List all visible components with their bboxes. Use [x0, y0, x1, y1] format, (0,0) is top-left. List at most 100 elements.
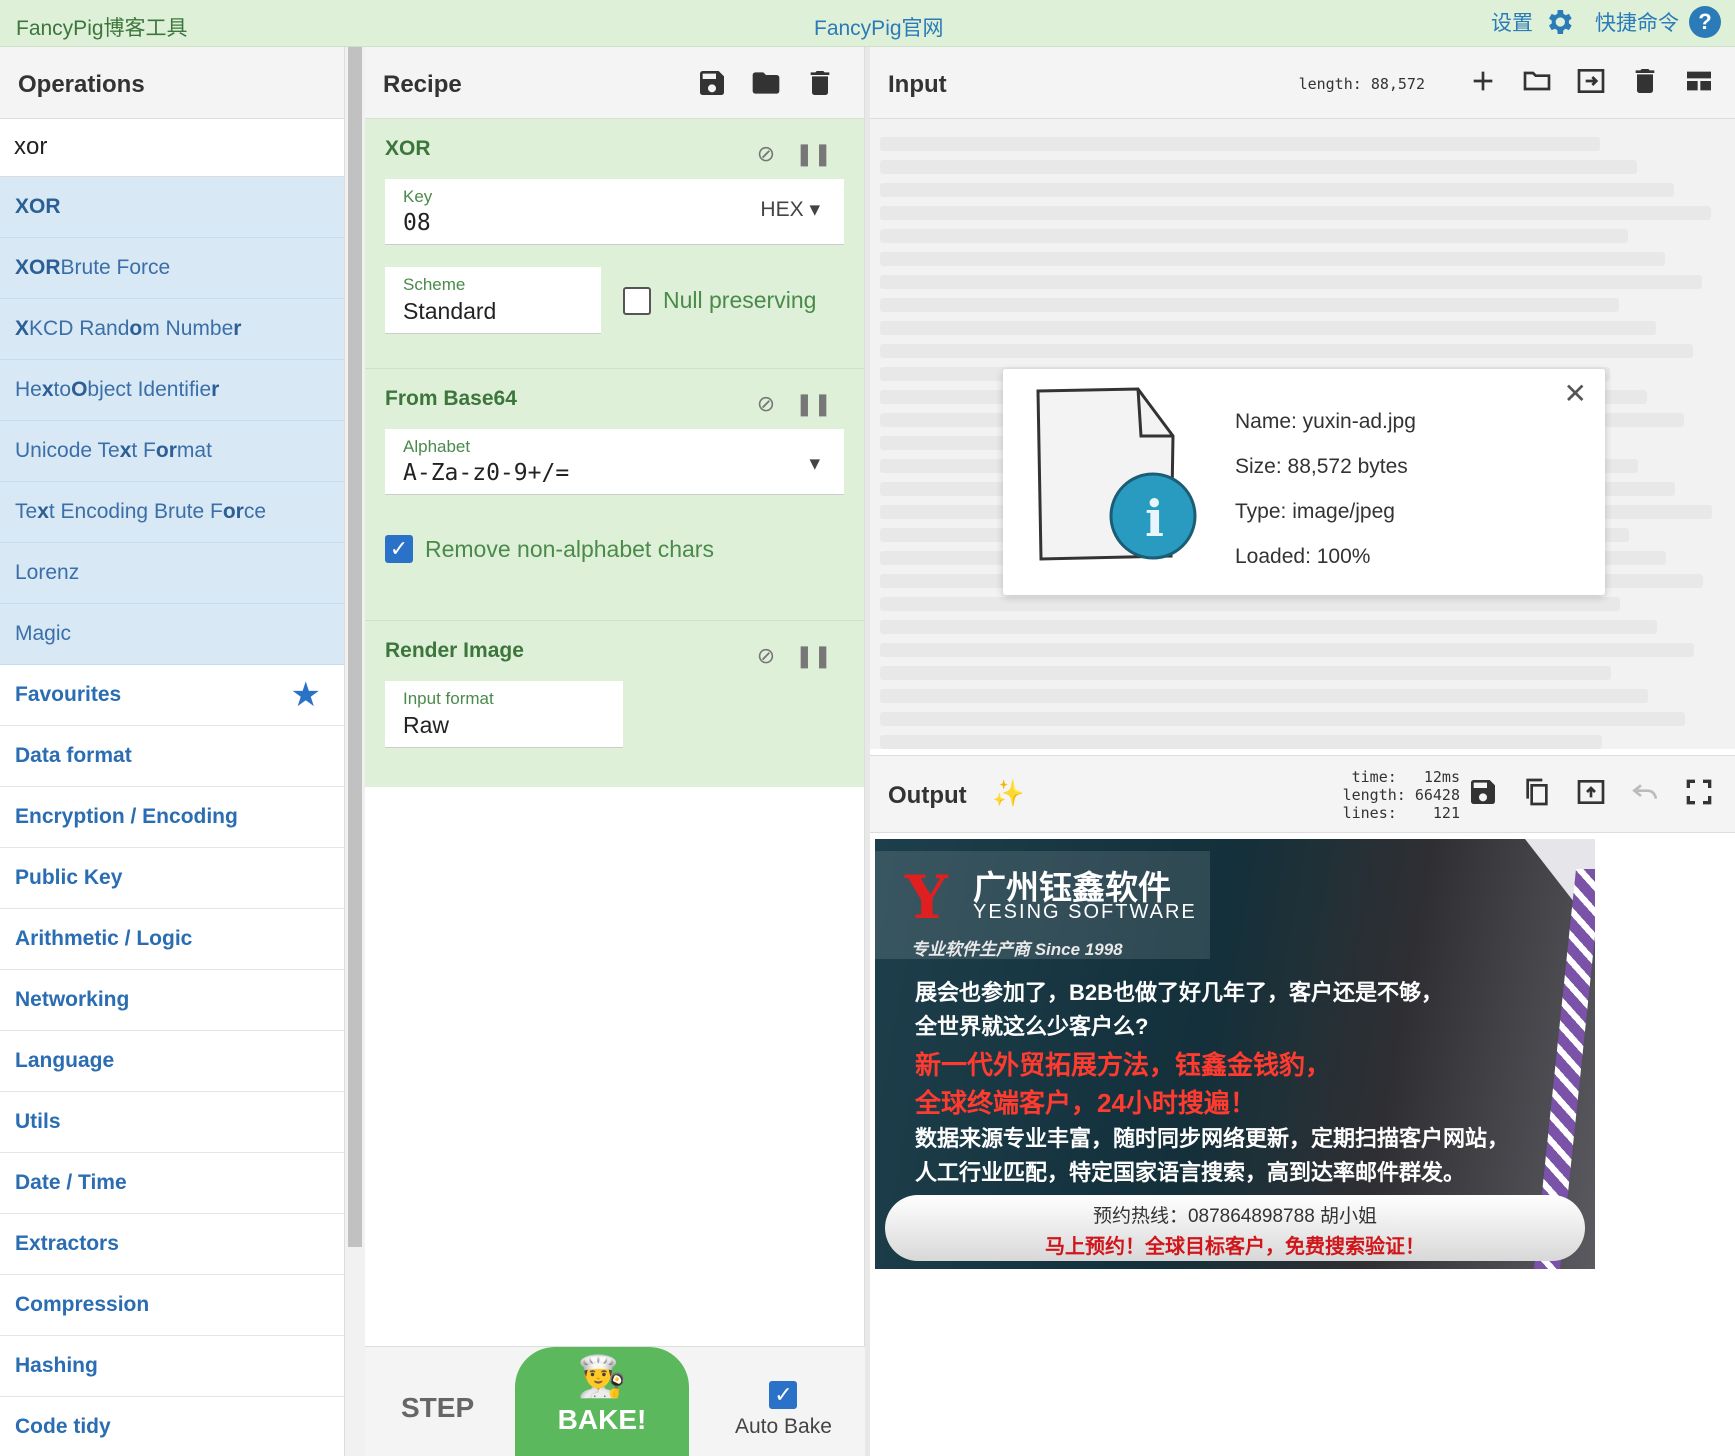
- bake-button[interactable]: 👨‍🍳 BAKE!: [515, 1347, 689, 1456]
- category-item[interactable]: Date / Time: [0, 1153, 344, 1214]
- commands-label[interactable]: 快捷命令: [1595, 7, 1679, 37]
- layout-icon[interactable]: [1683, 65, 1715, 97]
- disable-icon[interactable]: ⊘: [757, 643, 775, 669]
- settings-label[interactable]: 设置: [1491, 7, 1533, 37]
- output-area[interactable]: Y 广州钰鑫软件 YESING SOFTWARE 专业软件生产商 Since 1…: [870, 833, 1735, 1456]
- input-noise-line: [880, 160, 1637, 174]
- replace-input-icon[interactable]: [1575, 776, 1607, 808]
- banner-english: YESING SOFTWARE: [973, 901, 1197, 923]
- help-icon[interactable]: ?: [1689, 6, 1721, 38]
- operation-result-item[interactable]: Unicode Te x t Fo r mat: [0, 421, 344, 482]
- fullscreen-icon[interactable]: [1683, 776, 1715, 808]
- ops-recipe-divider[interactable]: [345, 47, 365, 1456]
- scheme-value[interactable]: Standard: [403, 298, 583, 325]
- plus-icon[interactable]: [1467, 65, 1499, 97]
- checkbox-checked-icon[interactable]: ✓: [769, 1381, 798, 1409]
- operation-result-item[interactable]: X KCD Rand o m Numbe r: [0, 299, 344, 360]
- pause-icon[interactable]: ❚❚: [795, 391, 832, 417]
- category-label: Networking: [15, 988, 130, 1011]
- operation-result-text: o: [222, 500, 236, 523]
- trash-icon[interactable]: [804, 67, 836, 99]
- remove-non-alphabet-checkbox[interactable]: ✓ Remove non-alphabet chars: [385, 535, 714, 563]
- chevron-down-icon[interactable]: ▾: [809, 451, 820, 476]
- banner-hotline: 预约热线：087864898788 胡小姐: [1092, 1206, 1378, 1227]
- operations-title: Operations: [0, 47, 344, 119]
- input-textarea[interactable]: i Name: yuxin-ad.jpg Size: 88,572 bytes …: [870, 119, 1735, 749]
- auto-bake-toggle[interactable]: ✓ Auto Bake: [735, 1381, 832, 1439]
- recipe-op-from-base64[interactable]: From Base64 ⊘ ❚❚ Alphabet A-Za-z0-9+/= ▾ …: [365, 369, 864, 621]
- alphabet-value[interactable]: A-Za-z0-9+/=: [403, 460, 826, 486]
- output-header: Output ✨ time: 12ms length: 66428 lines:…: [870, 755, 1735, 833]
- import-file-icon[interactable]: [1575, 65, 1607, 97]
- official-site-link[interactable]: FancyPig官网: [814, 12, 944, 42]
- category-item[interactable]: Arithmetic / Logic: [0, 909, 344, 970]
- category-item[interactable]: Code tidy: [0, 1397, 344, 1456]
- banner-slogan: 专业软件生产商 Since 1998: [911, 940, 1123, 959]
- operation-result-item[interactable]: Te x t Encoding Brute Fo r ce: [0, 482, 344, 543]
- operations-search-input[interactable]: xor: [0, 119, 344, 177]
- operation-result-item[interactable]: Magic: [0, 604, 344, 665]
- operation-result-text: Unicode Te: [15, 439, 120, 462]
- key-format-dropdown[interactable]: HEX ▾: [760, 197, 820, 222]
- operation-result-text: o: [129, 317, 143, 340]
- save-icon[interactable]: [696, 67, 728, 99]
- category-item[interactable]: Compression: [0, 1275, 344, 1336]
- save-icon[interactable]: [1467, 776, 1499, 808]
- close-icon[interactable]: ✕: [1564, 377, 1587, 410]
- disable-icon[interactable]: ⊘: [757, 141, 775, 167]
- category-item[interactable]: Hashing: [0, 1336, 344, 1397]
- operation-result-text: O: [71, 378, 88, 401]
- operation-result-text: x: [41, 378, 54, 401]
- trash-icon[interactable]: [1629, 65, 1661, 97]
- copy-icon[interactable]: [1521, 776, 1553, 808]
- operation-result-item[interactable]: XOR: [0, 177, 344, 238]
- category-item[interactable]: Encryption / Encoding: [0, 787, 344, 848]
- top-bar: FancyPig博客工具 FancyPig官网 设置 快捷命令 ?: [0, 0, 1735, 47]
- open-folder-icon[interactable]: [1521, 65, 1553, 97]
- input-noise-line: [880, 298, 1619, 312]
- alphabet-field[interactable]: Alphabet A-Za-z0-9+/= ▾: [385, 429, 844, 495]
- step-button[interactable]: STEP: [401, 1392, 474, 1424]
- category-item[interactable]: Data format: [0, 726, 344, 787]
- category-label: Language: [15, 1049, 115, 1072]
- recipe-op-xor[interactable]: XOR ⊘ ❚❚ Key 08 HEX ▾ Scheme Standard Nul…: [365, 119, 864, 369]
- xor-key-field[interactable]: Key 08 HEX ▾: [385, 179, 844, 245]
- operations-panel: Operations xor XOR XOR Brute Force X KCD Ra…: [0, 47, 345, 1456]
- category-item[interactable]: Public Key: [0, 848, 344, 909]
- checkbox-checked-icon[interactable]: ✓: [385, 535, 413, 563]
- operations-scrollbar[interactable]: [348, 47, 362, 1247]
- magic-wand-icon[interactable]: ✨: [992, 778, 1024, 809]
- pause-icon[interactable]: ❚❚: [795, 141, 832, 167]
- category-item[interactable]: Favourites ★: [0, 665, 344, 726]
- operation-result-text: r: [233, 317, 242, 340]
- operation-result-text: He: [15, 378, 42, 401]
- pause-icon[interactable]: ❚❚: [795, 643, 832, 669]
- operation-result-item[interactable]: Lorenz: [0, 543, 344, 604]
- category-item[interactable]: Utils: [0, 1092, 344, 1153]
- scheme-field[interactable]: Scheme Standard: [385, 267, 601, 334]
- banner-line2: 全世界就这么少客户么?: [915, 1014, 1149, 1039]
- disable-icon[interactable]: ⊘: [757, 391, 775, 417]
- null-preserving-checkbox[interactable]: Null preserving: [623, 286, 816, 315]
- operation-result-text: x: [37, 500, 49, 523]
- blog-tools-link[interactable]: FancyPig博客工具: [16, 12, 188, 42]
- input-format-value[interactable]: Raw: [403, 712, 605, 739]
- folder-icon[interactable]: [750, 67, 782, 99]
- input-format-field[interactable]: Input format Raw: [385, 681, 623, 748]
- star-icon[interactable]: ★: [291, 678, 321, 712]
- undo-icon[interactable]: [1629, 776, 1661, 808]
- gear-icon[interactable]: [1543, 6, 1575, 38]
- category-item[interactable]: Language: [0, 1031, 344, 1092]
- operation-result-text: x: [119, 439, 132, 462]
- operation-result-text: Magic: [15, 622, 72, 645]
- checkbox-unchecked-icon[interactable]: [623, 286, 651, 315]
- category-item[interactable]: Extractors: [0, 1214, 344, 1275]
- recipe-panel: Recipe XOR ⊘ ❚❚ Key 08 HEX ▾ Scheme Stand…: [365, 47, 865, 1456]
- category-item[interactable]: Networking: [0, 970, 344, 1031]
- operation-result-item[interactable]: He x to Object Identifie r: [0, 360, 344, 421]
- category-label: Extractors: [15, 1232, 119, 1255]
- recipe-op-render-image[interactable]: Render Image ⊘ ❚❚ Input format Raw: [365, 621, 864, 787]
- input-noise-line: [880, 252, 1665, 266]
- file-loaded: Loaded: 100%: [1235, 545, 1371, 568]
- operation-result-item[interactable]: XOR Brute Force: [0, 238, 344, 299]
